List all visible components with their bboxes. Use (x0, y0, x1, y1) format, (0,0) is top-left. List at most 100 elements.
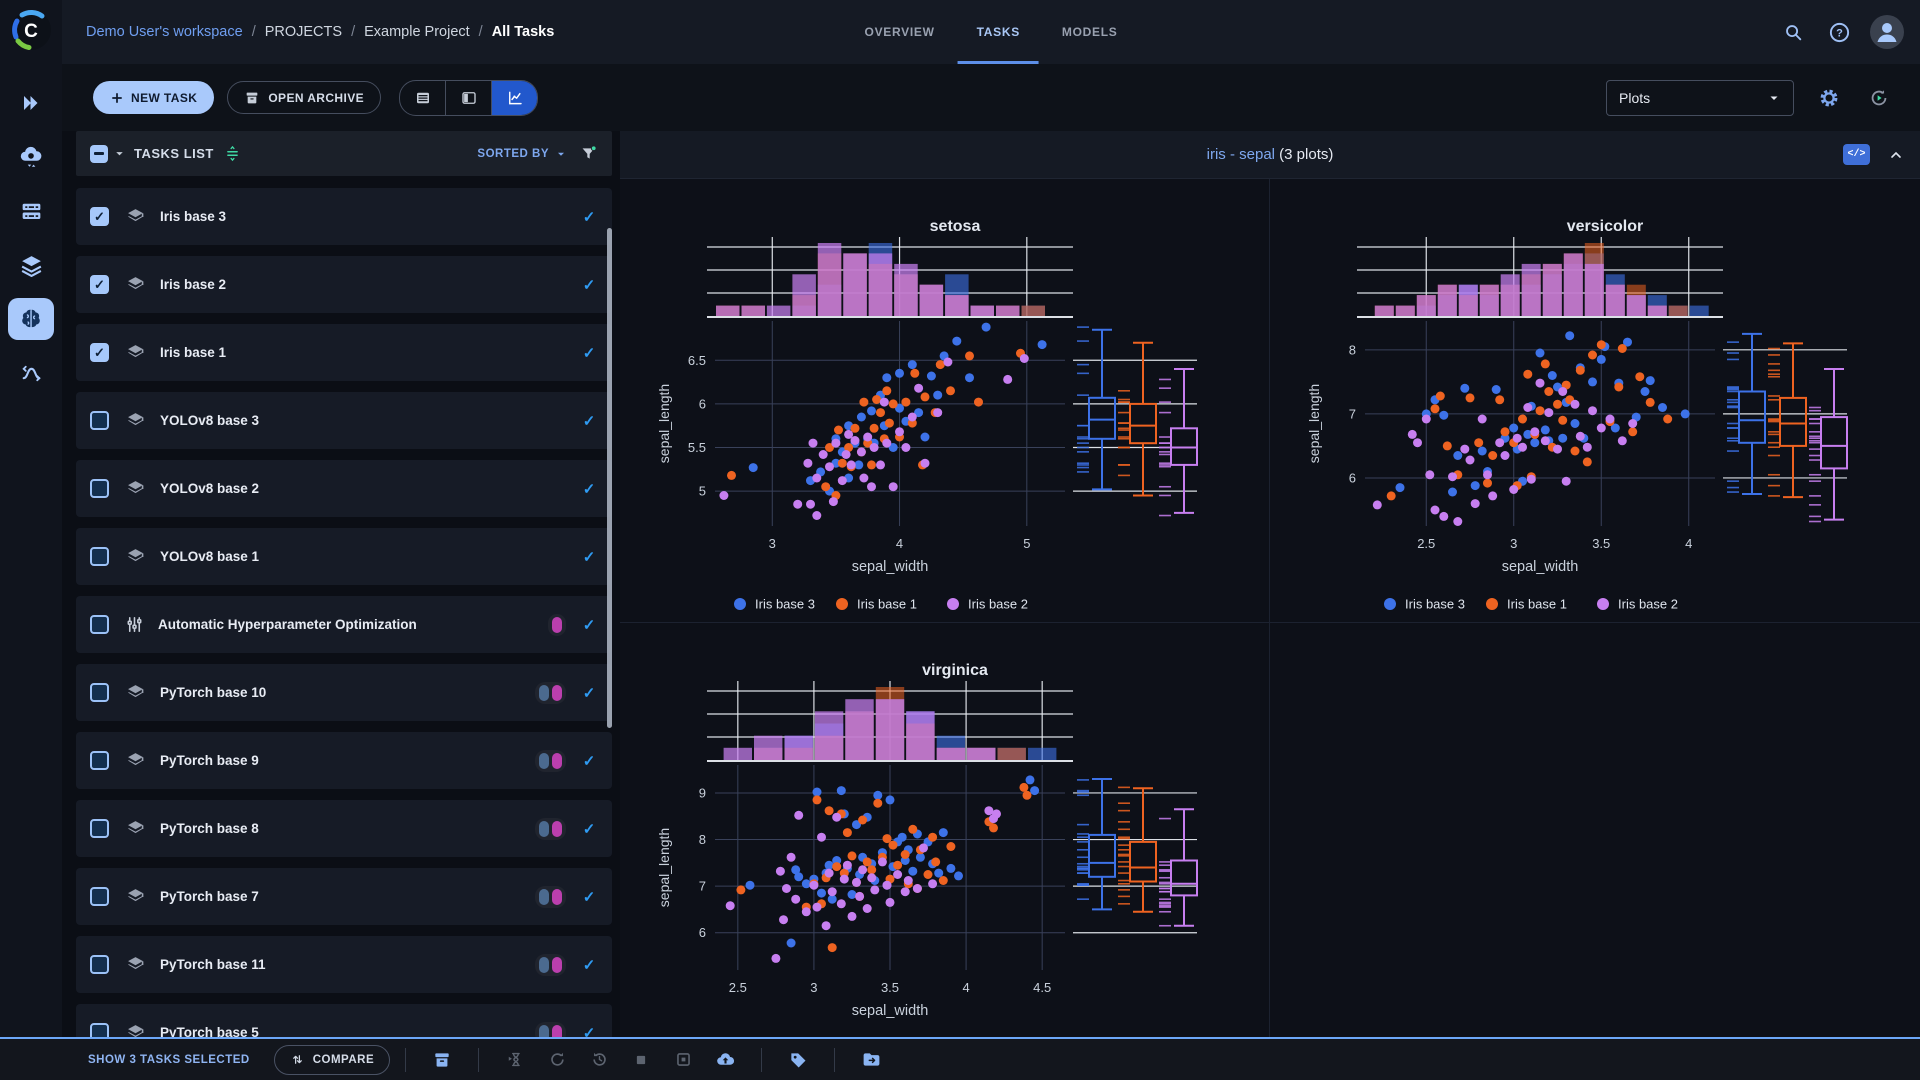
chevron-down-icon (1767, 91, 1781, 105)
plot-canvas-virginica[interactable]: virginica67892.533.544.5sepal_lengthsepa… (635, 623, 1255, 1037)
breadcrumb-project[interactable]: Example Project (364, 24, 470, 40)
breadcrumb-current: All Tasks (492, 24, 555, 40)
task-checkbox[interactable]: ✓ (90, 411, 109, 430)
publish-action-icon[interactable] (704, 1049, 746, 1070)
svg-text:sepal_width: sepal_width (851, 1003, 928, 1019)
abort-all-children-action-icon[interactable] (662, 1050, 704, 1069)
divider (834, 1048, 835, 1072)
embed-code-icon[interactable]: </> (1843, 144, 1870, 165)
task-name: YOLOv8 base 3 (160, 413, 259, 428)
tab-models[interactable]: MODELS (1041, 0, 1139, 64)
metric-view-dropdown[interactable]: Plots (1606, 80, 1794, 116)
sorted-by-dropdown[interactable]: SORTED BY (477, 148, 567, 160)
plot-canvas-setosa[interactable]: setosa55.566.5345sepal_lengthsepal_width… (635, 179, 1255, 622)
task-status-check-icon: ✓ (580, 412, 598, 430)
svg-text:sepal_length: sepal_length (1306, 384, 1322, 463)
svg-text:6: 6 (698, 396, 705, 411)
reset-history-action-icon[interactable] (578, 1050, 620, 1069)
model-serving-icon[interactable] (8, 136, 54, 178)
task-checkbox[interactable]: ✓ (90, 887, 109, 906)
table-view-toggle[interactable] (400, 81, 445, 115)
task-row[interactable]: ✓ PyTorch base 5 ✓ (76, 1004, 612, 1037)
toolbar: NEW TASK OPEN ARCHIVE (62, 64, 1920, 131)
select-all-caret-icon[interactable] (113, 147, 126, 160)
new-task-button[interactable]: NEW TASK (93, 81, 214, 114)
select-all-checkbox[interactable] (90, 145, 108, 163)
task-tags (535, 750, 566, 772)
svg-text:4.5: 4.5 (1033, 980, 1051, 995)
plot-canvas-versicolor[interactable]: versicolor6782.533.54sepal_lengthsepal_w… (1285, 179, 1905, 622)
task-row[interactable]: ✓ PyTorch base 8 ✓ (76, 800, 612, 857)
move-to-project-action-icon[interactable] (850, 1049, 892, 1070)
task-checkbox[interactable]: ✓ (90, 207, 109, 226)
task-row[interactable]: ✓ YOLOv8 base 3 ✓ (76, 392, 612, 449)
archive-icon (244, 90, 260, 106)
experiment-type-icon (125, 274, 146, 295)
getting-started-icon[interactable] (8, 82, 54, 124)
plus-icon (110, 91, 124, 105)
datasets-icon[interactable] (8, 244, 54, 286)
breadcrumb-separator: / (479, 24, 483, 40)
tab-tasks[interactable]: TASKS (956, 0, 1041, 64)
user-avatar[interactable] (1870, 15, 1904, 49)
clearml-logo[interactable]: C (9, 8, 53, 52)
svg-text:versicolor: versicolor (1567, 218, 1643, 235)
task-row[interactable]: ✓ Iris base 1 ✓ (76, 324, 612, 381)
task-checkbox[interactable]: ✓ (90, 615, 109, 634)
task-row[interactable]: ✓ YOLOv8 base 1 ✓ (76, 528, 612, 585)
task-row[interactable]: ✓ Iris base 2 ✓ (76, 256, 612, 313)
help-icon[interactable]: ? (1824, 17, 1854, 47)
archive-action-icon[interactable] (421, 1050, 463, 1070)
task-checkbox[interactable]: ✓ (90, 479, 109, 498)
filter-funnel-icon[interactable] (579, 144, 598, 163)
task-row[interactable]: ✓ Iris base 3 ✓ (76, 188, 612, 245)
svg-text:7: 7 (698, 879, 705, 894)
task-name: PyTorch base 5 (160, 1025, 259, 1037)
split-view-icon (460, 89, 478, 107)
enqueue-action-icon[interactable] (494, 1050, 536, 1069)
task-checkbox[interactable]: ✓ (90, 1023, 109, 1037)
compare-button[interactable]: COMPARE (274, 1045, 390, 1075)
task-row[interactable]: ✓ PyTorch base 9 ✓ (76, 732, 612, 789)
experiment-type-icon (125, 886, 146, 907)
task-tags (535, 682, 566, 704)
tasks-selected-label[interactable]: SHOW 3 TASKS SELECTED (88, 1054, 250, 1066)
experiment-type-icon (125, 410, 146, 431)
task-checkbox[interactable]: ✓ (90, 955, 109, 974)
auto-refresh-icon[interactable] (1864, 83, 1894, 113)
retry-action-icon[interactable] (536, 1050, 578, 1069)
task-row[interactable]: ✓ PyTorch base 10 ✓ (76, 664, 612, 721)
plot-cell-virginica: virginica67892.533.544.5sepal_lengthsepa… (620, 623, 1270, 1037)
reorder-icon[interactable] (224, 145, 241, 162)
task-row[interactable]: ✓ PyTorch base 7 ✓ (76, 868, 612, 925)
plot-cell-empty (1270, 623, 1920, 1037)
collapse-chevron-up-icon[interactable] (1888, 147, 1904, 163)
task-checkbox[interactable]: ✓ (90, 547, 109, 566)
task-row[interactable]: ✓ YOLOv8 base 2 ✓ (76, 460, 612, 517)
pipelines-icon[interactable] (8, 352, 54, 394)
svg-text:7: 7 (1349, 406, 1356, 421)
task-checkbox[interactable]: ✓ (90, 819, 109, 838)
add-tag-action-icon[interactable] (777, 1050, 819, 1070)
open-archive-button[interactable]: OPEN ARCHIVE (227, 81, 381, 114)
abort-action-icon[interactable] (620, 1051, 662, 1069)
task-row[interactable]: ✓ Automatic Hyperparameter Optimization … (76, 596, 612, 653)
projects-brain-icon[interactable] (8, 298, 54, 340)
search-icon[interactable] (1778, 17, 1808, 47)
svg-text:2.5: 2.5 (1417, 536, 1435, 551)
task-checkbox[interactable]: ✓ (90, 751, 109, 770)
task-checkbox[interactable]: ✓ (90, 343, 109, 362)
workers-queues-icon[interactable] (8, 190, 54, 232)
details-view-toggle[interactable] (491, 81, 537, 115)
task-row[interactable]: ✓ PyTorch base 11 ✓ (76, 936, 612, 993)
settings-gear-icon[interactable] (1814, 83, 1844, 113)
tab-overview[interactable]: OVERVIEW (844, 0, 956, 64)
task-name: YOLOv8 base 1 (160, 549, 259, 564)
task-checkbox[interactable]: ✓ (90, 275, 109, 294)
task-checkbox[interactable]: ✓ (90, 683, 109, 702)
split-view-toggle[interactable] (445, 81, 491, 115)
breadcrumb-workspace[interactable]: Demo User's workspace (86, 24, 243, 40)
tasks-list-scrollbar[interactable] (607, 228, 612, 728)
task-name: PyTorch base 9 (160, 753, 259, 768)
breadcrumb-projects-root[interactable]: PROJECTS (265, 24, 342, 40)
